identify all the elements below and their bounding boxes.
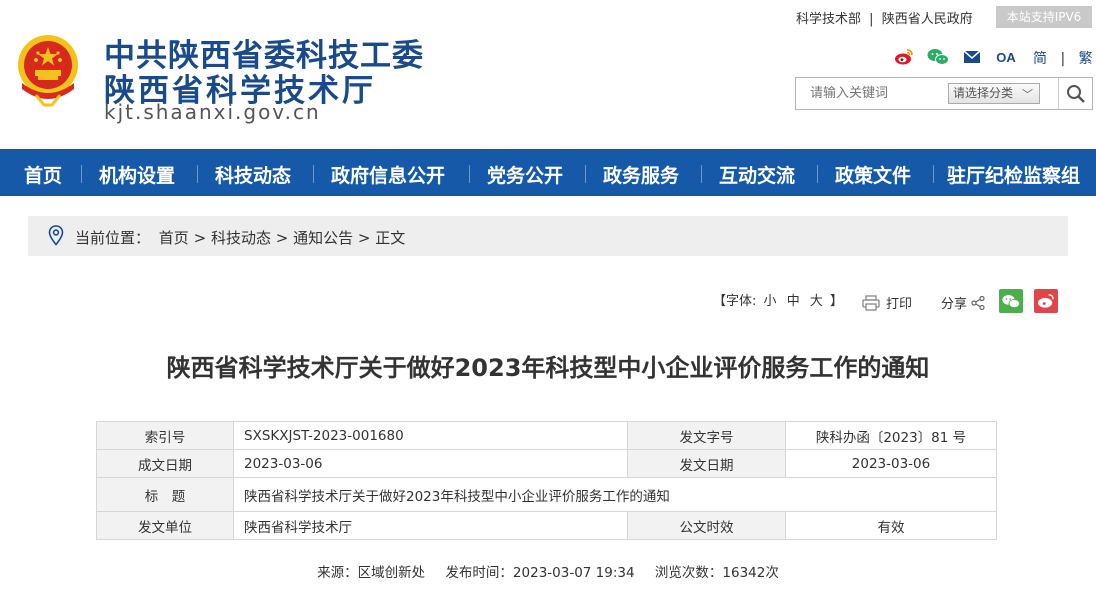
site-header: 中共陕西省委科技工委 陕西省科学技术厅 kjt.shaanxi.gov.cn 科…	[0, 0, 1096, 149]
article-publish-time: 发布时间：2023-03-07 19:34	[445, 565, 635, 581]
nav-item-organization[interactable]: 机构设置	[99, 161, 175, 188]
nav-item-interaction[interactable]: 互动交流	[719, 161, 795, 188]
main-nav: 首页 机构设置 科技动态 政府信息公开 党务公开 政务服务 互动交流 政策文件 …	[0, 149, 1096, 196]
info-value-index: SXSKXJST-2023-001680	[233, 421, 628, 450]
nav-divider	[197, 165, 198, 183]
search-button[interactable]	[1058, 78, 1093, 109]
share-control: 分享	[941, 293, 985, 312]
location-pin-icon	[48, 225, 64, 250]
weibo-icon	[1038, 294, 1054, 308]
wechat-icon[interactable]	[927, 47, 949, 67]
search-category-value: 请选择分类	[953, 86, 1014, 100]
search-icon	[1067, 84, 1085, 103]
breadcrumb-item-notices[interactable]: 通知公告	[293, 229, 353, 247]
document-info-table: 索引号 SXSKXJST-2023-001680 发文字号 陕科办函〔2023〕…	[96, 421, 997, 540]
info-value-created: 2023-03-06	[233, 449, 628, 478]
table-row: 发文单位 陕西省科学技术厅 公文时效 有效	[96, 511, 997, 540]
nav-divider	[585, 165, 586, 183]
article-view-count: 浏览次数：16342次	[654, 565, 779, 581]
nav-item-home[interactable]: 首页	[24, 161, 62, 188]
nav-divider	[313, 165, 314, 183]
info-key-created: 成文日期	[96, 449, 234, 478]
breadcrumb-separator: >	[193, 229, 207, 247]
table-row: 成文日期 2023-03-06 发文日期 2023-03-06	[96, 449, 997, 478]
article-source: 来源：区域创新处	[317, 565, 426, 581]
info-key-issued: 发文日期	[627, 449, 786, 478]
weibo-icon[interactable]	[893, 47, 915, 67]
font-size-medium[interactable]: 中	[787, 294, 800, 309]
nav-divider	[701, 165, 702, 183]
nav-divider	[933, 165, 934, 183]
nav-item-gov-services[interactable]: 政务服务	[603, 161, 679, 188]
info-key-docno: 发文字号	[627, 421, 786, 450]
mail-icon[interactable]	[961, 47, 983, 67]
breadcrumb-item-tech-news[interactable]: 科技动态	[211, 229, 271, 247]
breadcrumb-item-current: 正文	[375, 229, 406, 247]
oa-label: OA	[996, 49, 1016, 65]
chevron-down-icon: ﹀	[1022, 88, 1033, 101]
lang-simplified[interactable]: 简	[1033, 51, 1047, 67]
nav-item-discipline-inspection[interactable]: 驻厅纪检监察组	[947, 161, 1080, 188]
info-key-validity: 公文时效	[627, 511, 786, 540]
info-value-title: 陕西省科学技术厅关于做好2023年科技型中小企业评价服务工作的通知	[233, 477, 997, 512]
nav-divider	[469, 165, 470, 183]
national-emblem-logo[interactable]	[16, 33, 80, 107]
breadcrumb-item-home[interactable]: 首页	[159, 229, 189, 247]
nav-item-party-affairs[interactable]: 党务公开	[487, 161, 563, 188]
printer-icon	[862, 294, 880, 311]
breadcrumb-separator: >	[275, 229, 289, 247]
search-input[interactable]	[810, 85, 940, 100]
lang-separator: |	[1060, 51, 1066, 67]
info-key-unit: 发文单位	[96, 511, 234, 540]
article-meta: 来源：区域创新处 发布时间：2023-03-07 19:34 浏览次数：1634…	[0, 561, 1096, 581]
font-size-label-close: 】	[830, 294, 844, 309]
ipv6-badge: 本站支持IPV6	[996, 6, 1092, 28]
wechat-icon	[1002, 294, 1020, 308]
info-value-validity: 有效	[785, 511, 997, 540]
print-button[interactable]: 打印	[862, 293, 912, 312]
font-size-large[interactable]: 大	[810, 294, 823, 309]
site-domain: kjt.shaanxi.gov.cn	[104, 100, 321, 124]
top-link-separator: |	[869, 12, 874, 27]
breadcrumb: 当前位置： 首页 > 科技动态 > 通知公告 > 正文	[28, 216, 1068, 256]
search-box: 请选择分类 ﹀	[795, 77, 1093, 110]
info-value-issued: 2023-03-06	[785, 449, 997, 478]
print-label: 打印	[886, 297, 913, 312]
article-title: 陕西省科学技术厅关于做好2023年科技型中小企业评价服务工作的通知	[166, 354, 930, 382]
search-category-select[interactable]: 请选择分类 ﹀	[948, 83, 1040, 104]
font-size-tools: 【字体: 小 中 大 】	[713, 290, 843, 314]
font-size-small[interactable]: 小	[764, 294, 777, 309]
language-switch: 简 | 繁	[1033, 48, 1093, 68]
lang-traditional[interactable]: 繁	[1079, 51, 1093, 67]
nav-item-gov-info[interactable]: 政府信息公开	[331, 161, 445, 188]
breadcrumb-separator: >	[357, 229, 371, 247]
nav-item-tech-news[interactable]: 科技动态	[215, 161, 291, 188]
social-links: OA	[893, 46, 1029, 68]
nav-divider	[817, 165, 818, 183]
table-row: 标 题 陕西省科学技术厅关于做好2023年科技型中小企业评价服务工作的通知	[96, 477, 997, 512]
breadcrumb-label: 当前位置：	[75, 229, 151, 247]
table-row: 索引号 SXSKXJST-2023-001680 发文字号 陕科办函〔2023〕…	[96, 421, 997, 450]
share-label: 分享	[941, 297, 968, 312]
info-key-title: 标 题	[96, 477, 234, 512]
top-link-shaanxi-gov[interactable]: 陕西省人民政府	[882, 12, 973, 27]
info-key-index: 索引号	[96, 421, 234, 450]
nav-item-policy-docs[interactable]: 政策文件	[835, 161, 911, 188]
breadcrumb-text: 当前位置： 首页 > 科技动态 > 通知公告 > 正文	[75, 227, 405, 248]
info-value-unit: 陕西省科学技术厅	[233, 511, 628, 540]
info-value-docno: 陕科办函〔2023〕81 号	[785, 421, 997, 450]
font-size-label-open: 【字体:	[713, 294, 757, 309]
share-icon	[971, 295, 985, 310]
share-wechat-button[interactable]	[999, 289, 1023, 313]
top-links: 科学技术部 | 陕西省人民政府	[796, 8, 973, 27]
top-link-most[interactable]: 科学技术部	[796, 12, 861, 27]
nav-divider	[81, 165, 82, 183]
share-weibo-button[interactable]	[1034, 289, 1058, 313]
oa-icon[interactable]: OA	[995, 47, 1017, 67]
